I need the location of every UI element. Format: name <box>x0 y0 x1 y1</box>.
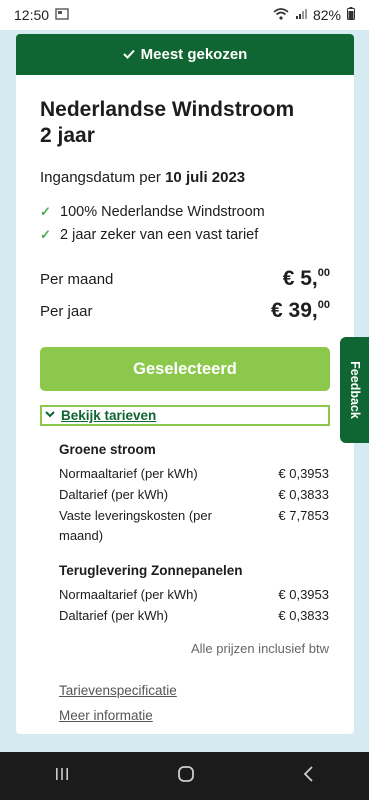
price-amount: € 39,00 <box>271 299 330 322</box>
chevron-down-icon <box>45 410 55 421</box>
price-per-year: Per jaar € 39,00 <box>40 299 330 322</box>
rate-row: Daltarief (per kWh) € 0,3833 <box>59 608 329 623</box>
clock: 12:50 <box>14 7 50 23</box>
product-title: Nederlandse Windstroom 2 jaar <box>40 98 295 147</box>
recent-apps-icon[interactable] <box>54 767 70 786</box>
footer-links: Tarievenspecificatie Meer informatie <box>40 683 330 723</box>
feature-item: ✓ 2 jaar zeker van een vast tarief <box>40 226 259 243</box>
green-power-rates: Groene stroom Normaaltarief (per kWh) € 0… <box>59 442 329 546</box>
back-icon[interactable] <box>303 765 315 787</box>
gallery-notification-icon <box>55 7 69 23</box>
battery-icon <box>347 7 355 23</box>
more-info-link[interactable]: Meer informatie <box>59 708 330 723</box>
product-card: Meest gekozen Nederlandse Windstroom 2 j… <box>16 34 354 734</box>
feedback-tab[interactable]: Feedback <box>340 337 369 443</box>
feature-list: ✓ 100% Nederlandse Windstroom ✓ 2 jaar z… <box>40 200 330 246</box>
banner-label: Meest gekozen <box>140 46 248 63</box>
home-icon[interactable] <box>177 765 195 788</box>
rate-row: Normaaltarief (per kWh) € 0,3953 <box>59 587 329 602</box>
check-icon: ✓ <box>40 226 51 242</box>
most-chosen-banner: Meest gekozen <box>16 34 354 75</box>
battery-percentage: 82% <box>312 7 341 23</box>
system-nav-bar <box>0 752 369 800</box>
start-date: Ingangsdatum per 10 juli 2023 <box>40 169 246 186</box>
rates-panel: Groene stroom Normaaltarief (per kWh) € 0… <box>40 442 330 656</box>
feature-item: ✓ 100% Nederlandse Windstroom <box>40 203 265 220</box>
rate-row: Daltarief (per kWh) € 0,3833 <box>59 487 329 502</box>
rate-row: Normaaltarief (per kWh) € 0,3953 <box>59 466 329 481</box>
rate-row: Vaste leveringskosten (per maand) € 7,785… <box>59 508 329 543</box>
solar-feed-in-rates: Teruglevering Zonnepanelen Normaaltarief… <box>59 563 329 626</box>
section-title: Groene stroom <box>59 442 156 457</box>
price-per-month: Per maand € 5,00 <box>40 267 330 290</box>
price-amount: € 5,00 <box>282 267 330 290</box>
selected-button[interactable]: Geselecteerd <box>40 347 330 391</box>
vat-note: Alle prijzen inclusief btw <box>190 641 329 656</box>
view-rates-toggle[interactable]: Bekijk tarieven <box>40 405 330 426</box>
section-title: Teruglevering Zonnepanelen <box>59 563 243 578</box>
status-bar: 12:50 82% <box>0 0 369 30</box>
wifi-icon <box>273 7 289 23</box>
check-icon <box>122 46 135 63</box>
rate-specification-link[interactable]: Tarievenspecificatie <box>59 683 330 698</box>
check-icon: ✓ <box>40 203 51 219</box>
signal-icon <box>295 7 307 23</box>
